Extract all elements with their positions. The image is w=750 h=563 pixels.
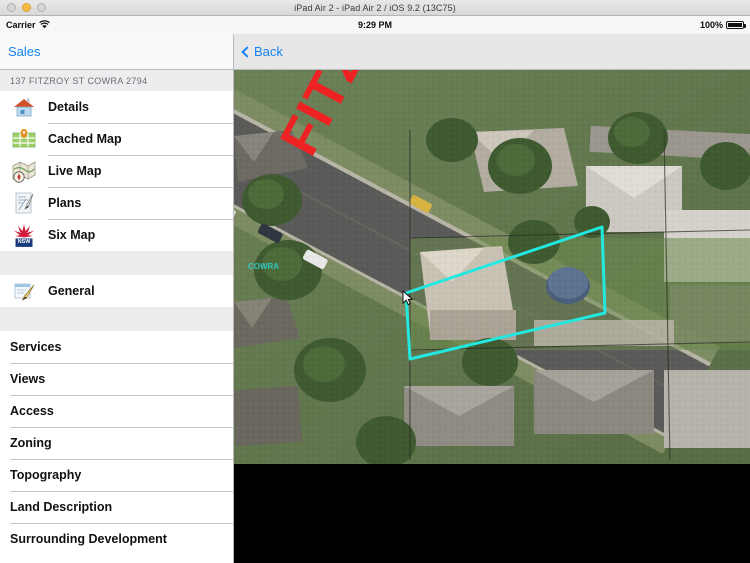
- sidebar-item-label: Six Map: [48, 228, 96, 242]
- detail-pane: Back COWRA: [234, 34, 750, 563]
- sidebar-item-land-description[interactable]: Land Description: [0, 491, 233, 523]
- sidebar-item-topography[interactable]: Topography: [0, 459, 233, 491]
- sidebar-item-surrounding-development[interactable]: Surrounding Development: [0, 523, 233, 555]
- sidebar-item-label: Zoning: [10, 436, 52, 450]
- sidebar-item-services[interactable]: Services: [0, 331, 233, 363]
- folded-map-compass-icon: [10, 157, 38, 185]
- sidebar-item-access[interactable]: Access: [0, 395, 233, 427]
- map-pin-icon: [10, 125, 38, 153]
- master-primary-group: Details Cached Map Live Map Plans NSW Si…: [0, 91, 233, 251]
- sidebar-item-zoning[interactable]: Zoning: [0, 427, 233, 459]
- sidebar-item-cached-map[interactable]: Cached Map: [0, 123, 233, 155]
- map-attribution-label: COWRA: [248, 262, 280, 271]
- master-navigation-bar: Sales: [0, 34, 233, 70]
- window-title: iPad Air 2 - iPad Air 2 / iOS 9.2 (13C75…: [294, 2, 456, 13]
- sidebar-item-label: Cached Map: [48, 132, 122, 146]
- master-pane: Sales 137 FITZROY ST COWRA 2794 Details …: [0, 34, 234, 563]
- empty-area: [234, 464, 750, 563]
- sidebar-item-details[interactable]: Details: [0, 91, 233, 123]
- sidebar-item-label: Live Map: [48, 164, 102, 178]
- ios-status-bar: Carrier 9:29 PM 100%: [0, 16, 750, 34]
- sidebar-item-label: Details: [48, 100, 89, 114]
- nsw-government-waratah-icon: NSW: [10, 221, 38, 249]
- sidebar-item-views[interactable]: Views: [0, 363, 233, 395]
- sidebar-item-label: General: [48, 284, 95, 298]
- svg-text:NSW: NSW: [18, 239, 31, 245]
- sidebar-item-label: Land Description: [10, 500, 113, 514]
- battery-percent-label: 100%: [699, 20, 723, 30]
- sidebar-item-live-map[interactable]: Live Map: [0, 155, 233, 187]
- aerial-imagery: [234, 70, 750, 464]
- battery-full-icon: [726, 21, 746, 29]
- house-icon: [10, 93, 38, 121]
- status-bar-right: 100%: [699, 20, 746, 30]
- sidebar-item-label: Access: [10, 404, 54, 418]
- master-group-separator-2: [0, 307, 233, 331]
- sidebar-item-label: Plans: [48, 196, 82, 210]
- master-detail-group: Services Views Access Zoning Topography: [0, 331, 233, 555]
- status-bar-time: 9:29 PM: [357, 20, 392, 30]
- chevron-left-icon: [241, 45, 253, 58]
- blueprint-pen-icon: [10, 189, 38, 217]
- device-screen: Carrier 9:29 PM 100% Sales 137 FITZROY S…: [0, 16, 750, 563]
- detail-navigation-bar: Back: [234, 34, 750, 70]
- sidebar-item-label: Services: [10, 340, 62, 354]
- simulator-window: iPad Air 2 - iPad Air 2 / iOS 9.2 (13C75…: [0, 0, 750, 563]
- note-pen-icon: [10, 277, 38, 305]
- sidebar-item-general[interactable]: General: [0, 275, 233, 307]
- sidebar-item-plans[interactable]: Plans: [0, 187, 233, 219]
- sales-back-button[interactable]: Sales: [8, 44, 41, 59]
- window-titlebar: iPad Air 2 - iPad Air 2 / iOS 9.2 (13C75…: [0, 0, 750, 16]
- aerial-map-view[interactable]: FITZROY ST COWRA: [234, 70, 750, 464]
- sidebar-item-label: Surrounding Development: [10, 532, 167, 546]
- address-header: 137 FITZROY ST COWRA 2794: [0, 70, 233, 91]
- master-group-separator: [0, 251, 233, 275]
- sidebar-item-label: Topography: [10, 468, 82, 482]
- mouse-cursor: [402, 290, 414, 306]
- back-button[interactable]: Back: [240, 44, 283, 59]
- sidebar-item-six-map[interactable]: NSW Six Map: [0, 219, 233, 251]
- back-button-label: Back: [254, 44, 283, 59]
- split-view: Sales 137 FITZROY ST COWRA 2794 Details …: [0, 34, 750, 563]
- master-general-group: General: [0, 275, 233, 307]
- sidebar-item-label: Views: [10, 372, 46, 386]
